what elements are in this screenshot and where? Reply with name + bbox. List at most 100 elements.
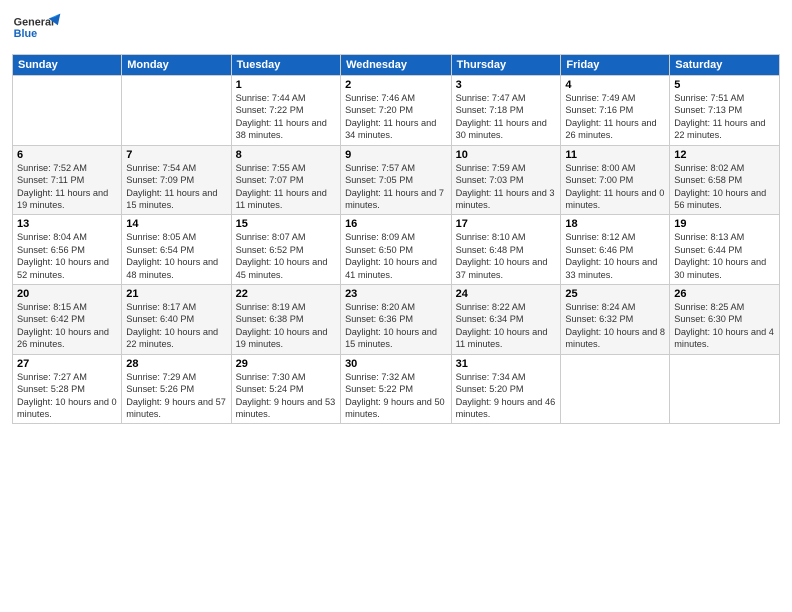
day-number: 3 — [456, 79, 557, 91]
calendar-cell — [670, 354, 780, 424]
calendar-week-row: 27Sunrise: 7:27 AM Sunset: 5:28 PM Dayli… — [13, 354, 780, 424]
calendar-cell: 4Sunrise: 7:49 AM Sunset: 7:16 PM Daylig… — [561, 76, 670, 146]
calendar-cell: 10Sunrise: 7:59 AM Sunset: 7:03 PM Dayli… — [451, 145, 561, 215]
col-friday: Friday — [561, 55, 670, 76]
day-number: 6 — [17, 149, 117, 161]
day-number: 27 — [17, 358, 117, 370]
day-info: Sunrise: 8:12 AM Sunset: 6:46 PM Dayligh… — [565, 231, 665, 281]
calendar-cell: 23Sunrise: 8:20 AM Sunset: 6:36 PM Dayli… — [341, 285, 452, 355]
page-header: General Blue — [12, 10, 780, 48]
calendar-cell: 29Sunrise: 7:30 AM Sunset: 5:24 PM Dayli… — [231, 354, 340, 424]
calendar-week-row: 13Sunrise: 8:04 AM Sunset: 6:56 PM Dayli… — [13, 215, 780, 285]
day-info: Sunrise: 7:27 AM Sunset: 5:28 PM Dayligh… — [17, 371, 117, 421]
day-info: Sunrise: 7:29 AM Sunset: 5:26 PM Dayligh… — [126, 371, 226, 421]
day-info: Sunrise: 8:05 AM Sunset: 6:54 PM Dayligh… — [126, 231, 226, 281]
calendar-week-row: 1Sunrise: 7:44 AM Sunset: 7:22 PM Daylig… — [13, 76, 780, 146]
calendar-cell: 11Sunrise: 8:00 AM Sunset: 7:00 PM Dayli… — [561, 145, 670, 215]
calendar-cell: 27Sunrise: 7:27 AM Sunset: 5:28 PM Dayli… — [13, 354, 122, 424]
calendar-cell: 25Sunrise: 8:24 AM Sunset: 6:32 PM Dayli… — [561, 285, 670, 355]
calendar-cell: 9Sunrise: 7:57 AM Sunset: 7:05 PM Daylig… — [341, 145, 452, 215]
day-info: Sunrise: 7:34 AM Sunset: 5:20 PM Dayligh… — [456, 371, 557, 421]
calendar-cell: 20Sunrise: 8:15 AM Sunset: 6:42 PM Dayli… — [13, 285, 122, 355]
day-info: Sunrise: 7:49 AM Sunset: 7:16 PM Dayligh… — [565, 92, 665, 142]
calendar-cell: 7Sunrise: 7:54 AM Sunset: 7:09 PM Daylig… — [122, 145, 231, 215]
col-monday: Monday — [122, 55, 231, 76]
calendar-cell: 16Sunrise: 8:09 AM Sunset: 6:50 PM Dayli… — [341, 215, 452, 285]
day-number: 15 — [236, 218, 336, 230]
day-info: Sunrise: 7:30 AM Sunset: 5:24 PM Dayligh… — [236, 371, 336, 421]
day-info: Sunrise: 8:02 AM Sunset: 6:58 PM Dayligh… — [674, 162, 775, 212]
day-info: Sunrise: 8:15 AM Sunset: 6:42 PM Dayligh… — [17, 301, 117, 351]
day-info: Sunrise: 8:10 AM Sunset: 6:48 PM Dayligh… — [456, 231, 557, 281]
day-info: Sunrise: 8:25 AM Sunset: 6:30 PM Dayligh… — [674, 301, 775, 351]
calendar-cell: 28Sunrise: 7:29 AM Sunset: 5:26 PM Dayli… — [122, 354, 231, 424]
day-info: Sunrise: 8:07 AM Sunset: 6:52 PM Dayligh… — [236, 231, 336, 281]
calendar-cell: 2Sunrise: 7:46 AM Sunset: 7:20 PM Daylig… — [341, 76, 452, 146]
calendar-table: Sunday Monday Tuesday Wednesday Thursday… — [12, 54, 780, 424]
calendar-week-row: 20Sunrise: 8:15 AM Sunset: 6:42 PM Dayli… — [13, 285, 780, 355]
day-info: Sunrise: 7:44 AM Sunset: 7:22 PM Dayligh… — [236, 92, 336, 142]
calendar-cell: 19Sunrise: 8:13 AM Sunset: 6:44 PM Dayli… — [670, 215, 780, 285]
day-number: 5 — [674, 79, 775, 91]
day-number: 17 — [456, 218, 557, 230]
calendar-cell: 1Sunrise: 7:44 AM Sunset: 7:22 PM Daylig… — [231, 76, 340, 146]
calendar-cell: 17Sunrise: 8:10 AM Sunset: 6:48 PM Dayli… — [451, 215, 561, 285]
day-info: Sunrise: 7:32 AM Sunset: 5:22 PM Dayligh… — [345, 371, 447, 421]
day-number: 19 — [674, 218, 775, 230]
day-info: Sunrise: 7:54 AM Sunset: 7:09 PM Dayligh… — [126, 162, 226, 212]
col-saturday: Saturday — [670, 55, 780, 76]
svg-text:Blue: Blue — [14, 28, 37, 40]
day-info: Sunrise: 7:52 AM Sunset: 7:11 PM Dayligh… — [17, 162, 117, 212]
day-info: Sunrise: 8:09 AM Sunset: 6:50 PM Dayligh… — [345, 231, 447, 281]
day-number: 28 — [126, 358, 226, 370]
calendar-cell: 14Sunrise: 8:05 AM Sunset: 6:54 PM Dayli… — [122, 215, 231, 285]
calendar-cell: 18Sunrise: 8:12 AM Sunset: 6:46 PM Dayli… — [561, 215, 670, 285]
day-info: Sunrise: 7:47 AM Sunset: 7:18 PM Dayligh… — [456, 92, 557, 142]
day-number: 11 — [565, 149, 665, 161]
day-number: 20 — [17, 288, 117, 300]
calendar-cell: 6Sunrise: 7:52 AM Sunset: 7:11 PM Daylig… — [13, 145, 122, 215]
day-number: 9 — [345, 149, 447, 161]
day-info: Sunrise: 7:46 AM Sunset: 7:20 PM Dayligh… — [345, 92, 447, 142]
calendar-week-row: 6Sunrise: 7:52 AM Sunset: 7:11 PM Daylig… — [13, 145, 780, 215]
calendar-cell: 13Sunrise: 8:04 AM Sunset: 6:56 PM Dayli… — [13, 215, 122, 285]
day-number: 25 — [565, 288, 665, 300]
day-info: Sunrise: 8:19 AM Sunset: 6:38 PM Dayligh… — [236, 301, 336, 351]
day-number: 13 — [17, 218, 117, 230]
logo: General Blue — [12, 10, 62, 48]
day-number: 26 — [674, 288, 775, 300]
day-number: 4 — [565, 79, 665, 91]
day-info: Sunrise: 7:51 AM Sunset: 7:13 PM Dayligh… — [674, 92, 775, 142]
day-info: Sunrise: 7:55 AM Sunset: 7:07 PM Dayligh… — [236, 162, 336, 212]
calendar-cell — [561, 354, 670, 424]
day-number: 8 — [236, 149, 336, 161]
calendar-cell — [13, 76, 122, 146]
calendar-cell: 5Sunrise: 7:51 AM Sunset: 7:13 PM Daylig… — [670, 76, 780, 146]
day-number: 23 — [345, 288, 447, 300]
day-info: Sunrise: 7:57 AM Sunset: 7:05 PM Dayligh… — [345, 162, 447, 212]
calendar-cell: 3Sunrise: 7:47 AM Sunset: 7:18 PM Daylig… — [451, 76, 561, 146]
calendar-cell: 12Sunrise: 8:02 AM Sunset: 6:58 PM Dayli… — [670, 145, 780, 215]
day-number: 1 — [236, 79, 336, 91]
calendar-cell: 21Sunrise: 8:17 AM Sunset: 6:40 PM Dayli… — [122, 285, 231, 355]
calendar-cell: 31Sunrise: 7:34 AM Sunset: 5:20 PM Dayli… — [451, 354, 561, 424]
calendar-cell: 30Sunrise: 7:32 AM Sunset: 5:22 PM Dayli… — [341, 354, 452, 424]
day-info: Sunrise: 8:24 AM Sunset: 6:32 PM Dayligh… — [565, 301, 665, 351]
day-number: 30 — [345, 358, 447, 370]
day-info: Sunrise: 8:00 AM Sunset: 7:00 PM Dayligh… — [565, 162, 665, 212]
day-info: Sunrise: 8:17 AM Sunset: 6:40 PM Dayligh… — [126, 301, 226, 351]
day-number: 7 — [126, 149, 226, 161]
calendar-cell: 24Sunrise: 8:22 AM Sunset: 6:34 PM Dayli… — [451, 285, 561, 355]
calendar-cell: 22Sunrise: 8:19 AM Sunset: 6:38 PM Dayli… — [231, 285, 340, 355]
day-info: Sunrise: 8:04 AM Sunset: 6:56 PM Dayligh… — [17, 231, 117, 281]
col-sunday: Sunday — [13, 55, 122, 76]
calendar-cell: 8Sunrise: 7:55 AM Sunset: 7:07 PM Daylig… — [231, 145, 340, 215]
day-info: Sunrise: 8:20 AM Sunset: 6:36 PM Dayligh… — [345, 301, 447, 351]
day-number: 21 — [126, 288, 226, 300]
day-number: 24 — [456, 288, 557, 300]
day-number: 14 — [126, 218, 226, 230]
day-info: Sunrise: 8:22 AM Sunset: 6:34 PM Dayligh… — [456, 301, 557, 351]
day-info: Sunrise: 7:59 AM Sunset: 7:03 PM Dayligh… — [456, 162, 557, 212]
day-number: 12 — [674, 149, 775, 161]
calendar-header-row: Sunday Monday Tuesday Wednesday Thursday… — [13, 55, 780, 76]
